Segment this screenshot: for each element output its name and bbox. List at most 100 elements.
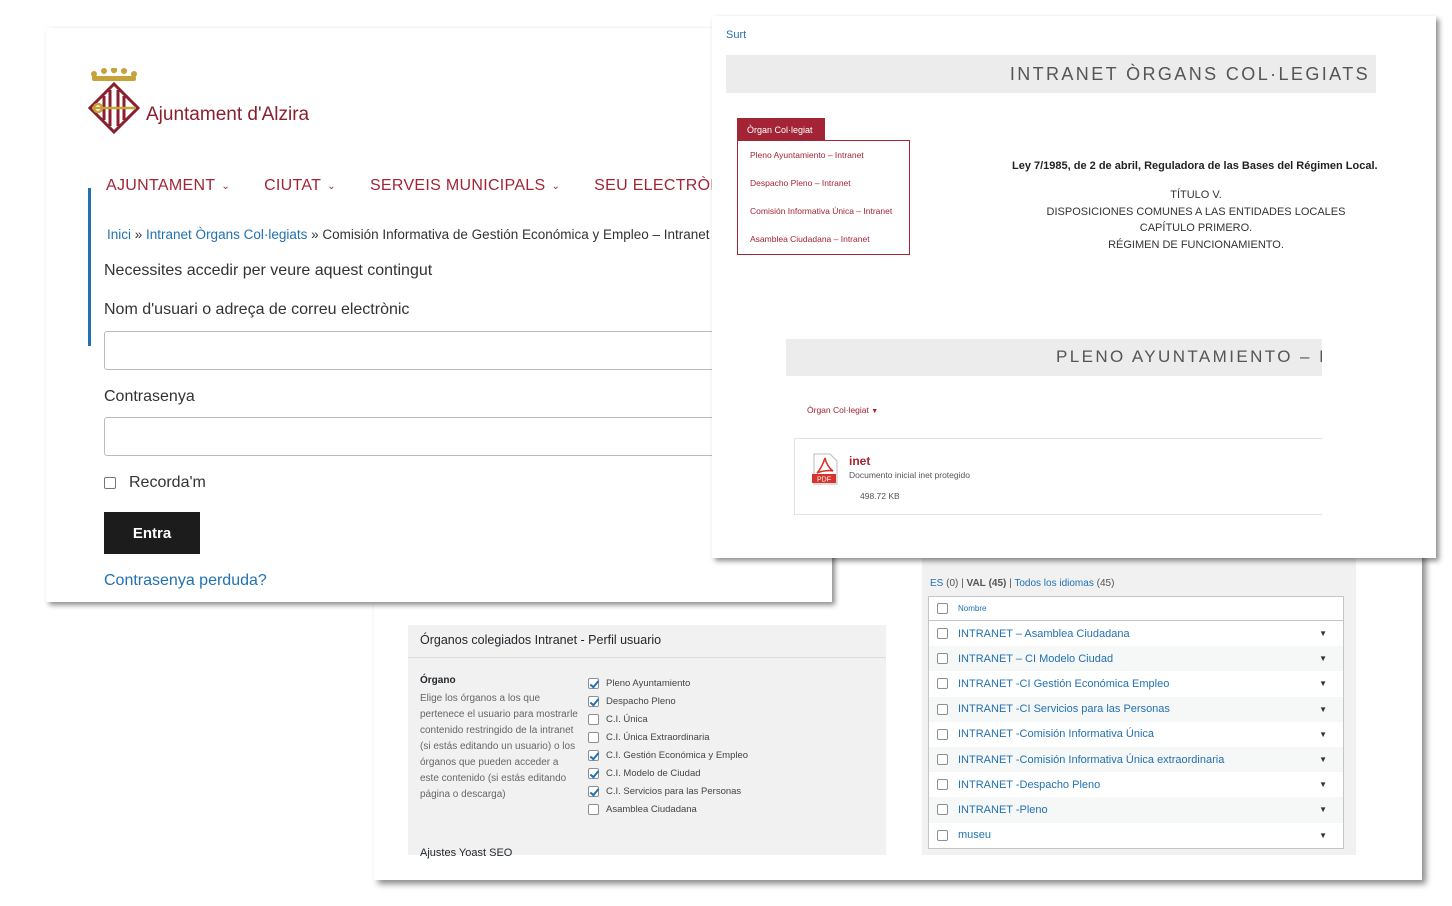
- row-name-link[interactable]: museu: [958, 829, 991, 841]
- row-name-link[interactable]: INTRANET – Asamblea Ciudadana: [958, 628, 1130, 640]
- row-checkbox[interactable]: [937, 804, 948, 816]
- row-expand-icon[interactable]: ▼: [1319, 831, 1327, 840]
- table-row: INTRANET -CI Gestión Económica Empleo ▼: [929, 671, 1343, 696]
- row-expand-icon[interactable]: ▼: [1319, 654, 1327, 663]
- row-checkbox[interactable]: [937, 728, 948, 740]
- row-checkbox[interactable]: [937, 678, 948, 690]
- organ-dropdown-menu: Pleno Ayuntamiento – Intranet Despacho P…: [737, 140, 910, 255]
- organ-checkbox[interactable]: [588, 713, 599, 725]
- organ-menu-tab[interactable]: Òrgan Col·legiat: [737, 118, 825, 141]
- nav-item-ciutat[interactable]: CIUTAT ⌄: [264, 177, 336, 195]
- site-logo[interactable]: Ajuntament d'Alzira: [86, 66, 326, 148]
- organ-checkbox[interactable]: [588, 695, 599, 707]
- table-row: INTRANET -Despacho Pleno ▼: [929, 772, 1343, 797]
- login-submit-button[interactable]: Entra: [104, 512, 200, 554]
- logo-text: Ajuntament d'Alzira: [146, 104, 310, 125]
- organ-option[interactable]: C.I. Gestión Económica y Empleo: [588, 746, 748, 764]
- row-checkbox[interactable]: [937, 754, 948, 766]
- organ-checkbox[interactable]: [588, 803, 599, 815]
- organ-checkbox[interactable]: [588, 785, 599, 797]
- organ-option[interactable]: Despacho Pleno: [588, 692, 748, 710]
- row-expand-icon[interactable]: ▼: [1319, 679, 1327, 688]
- intranet-header-bar: INTRANET ÒRGANS COL·LEGIATS: [726, 55, 1376, 93]
- row-name-link[interactable]: INTRANET -CI Gestión Económica Empleo: [958, 678, 1169, 690]
- organ-option[interactable]: C.I. Única: [588, 710, 748, 728]
- organ-option[interactable]: Asamblea Ciudadana: [588, 800, 748, 818]
- profile-organs-box: Órganos colegiados Intranet - Perfil usu…: [408, 625, 886, 859]
- row-expand-icon[interactable]: ▼: [1319, 755, 1327, 764]
- row-checkbox[interactable]: [937, 779, 948, 791]
- organ-dropdown-toggle[interactable]: Òrgan Col·legiat ▼: [807, 405, 878, 415]
- table-row: INTRANET -Pleno ▼: [929, 797, 1343, 823]
- row-name-link[interactable]: INTRANET -CI Servicios para las Personas: [958, 703, 1170, 715]
- row-checkbox[interactable]: [937, 653, 948, 665]
- remember-me[interactable]: Recorda'm: [104, 474, 206, 492]
- row-expand-icon[interactable]: ▼: [1319, 629, 1327, 638]
- document-title-link[interactable]: inet: [849, 454, 870, 468]
- pdf-file-icon[interactable]: PDF: [811, 453, 839, 485]
- row-expand-icon[interactable]: ▼: [1319, 805, 1327, 814]
- organ-field-label: Órgano: [420, 675, 456, 686]
- language-filters: ES (0) | VAL (45) | Todos los idiomas (4…: [930, 578, 1114, 589]
- row-expand-icon[interactable]: ▼: [1319, 705, 1327, 714]
- table-body: INTRANET – Asamblea Ciudadana ▼ INTRANET –…: [929, 621, 1343, 848]
- menu-item-pleno[interactable]: Pleno Ayuntamiento – Intranet: [750, 150, 864, 160]
- username-input[interactable]: [104, 331, 804, 370]
- row-name-link[interactable]: INTRANET – CI Modelo Ciudad: [958, 653, 1113, 665]
- row-name-link[interactable]: INTRANET -Pleno: [958, 804, 1048, 816]
- table-row: museu ▼: [929, 823, 1343, 848]
- document-card: PDF inet Documento inicial inet protegid…: [794, 438, 1322, 515]
- password-input[interactable]: [104, 417, 804, 456]
- filter-es-count: (0): [946, 578, 959, 589]
- organ-dropdown-label: Òrgan Col·legiat: [807, 405, 869, 415]
- logout-link[interactable]: Surt: [726, 29, 746, 41]
- remember-me-checkbox[interactable]: [104, 477, 116, 489]
- remember-me-label: Recorda'm: [129, 474, 206, 491]
- select-all-checkbox[interactable]: [937, 603, 948, 614]
- filter-all-link[interactable]: Todos los idiomas: [1014, 578, 1093, 589]
- nav-item-serveis-municipals[interactable]: SERVEIS MUNICIPALS ⌄: [370, 177, 560, 195]
- chevron-down-icon: ⌄: [221, 180, 231, 192]
- breadcrumb: Inici » Intranet Òrgans Col·legiats » Co…: [107, 227, 710, 242]
- lost-password-link[interactable]: Contrasenya perduda?: [104, 572, 267, 590]
- organ-checkbox-list: Pleno Ayuntamiento Despacho Pleno C.I. Úni…: [588, 674, 748, 818]
- row-expand-icon[interactable]: ▼: [1319, 780, 1327, 789]
- organ-checkbox[interactable]: [588, 767, 599, 779]
- column-header-name[interactable]: Nombre: [958, 604, 986, 613]
- menu-item-asamblea[interactable]: Asamblea Ciudadana – Intranet: [750, 234, 870, 244]
- menu-item-despacho-pleno[interactable]: Despacho Pleno – Intranet: [750, 178, 851, 188]
- password-label: Contrasenya: [104, 388, 195, 405]
- nav-item-label: SERVEIS MUNICIPALS: [369, 177, 546, 194]
- breadcrumb-home-link[interactable]: Inici: [107, 227, 131, 242]
- nav-item-label: AJUNTAMENT: [106, 177, 216, 194]
- row-expand-icon[interactable]: ▼: [1319, 730, 1327, 739]
- divider: [408, 657, 886, 658]
- organ-checkbox[interactable]: [588, 677, 599, 689]
- law-heading: TÍTULO V.: [1170, 189, 1222, 201]
- row-checkbox[interactable]: [937, 829, 948, 841]
- row-name-link[interactable]: INTRANET -Despacho Pleno: [958, 779, 1100, 791]
- intranet-page-panel: Surt INTRANET ÒRGANS COL·LEGIATS Òrgan C…: [712, 16, 1436, 558]
- row-checkbox[interactable]: [937, 703, 948, 715]
- organ-option[interactable]: Pleno Ayuntamiento: [588, 674, 748, 692]
- document-size: 498.72 KB: [860, 491, 900, 501]
- organ-option[interactable]: C.I. Única Extraordinaria: [588, 728, 748, 746]
- organ-option[interactable]: C.I. Modelo de Ciudad: [588, 764, 748, 782]
- row-name-link[interactable]: INTRANET -Comisión Informativa Única: [958, 728, 1154, 740]
- organ-checkbox[interactable]: [588, 749, 599, 761]
- row-name-link[interactable]: INTRANET -Comisión Informativa Única ext…: [958, 754, 1224, 766]
- organ-option-label: Despacho Pleno: [606, 695, 676, 707]
- intranet-header-title: INTRANET ÒRGANS COL·LEGIATS: [1009, 64, 1370, 84]
- filter-es-link[interactable]: ES: [930, 578, 943, 589]
- nav-item-ajuntament[interactable]: AJUNTAMENT ⌄: [106, 177, 230, 195]
- breadcrumb-section-link[interactable]: Intranet Òrgans Col·legiats: [146, 227, 307, 242]
- profile-box-title: Órganos colegiados Intranet - Perfil usu…: [420, 633, 662, 647]
- row-checkbox[interactable]: [937, 628, 948, 640]
- breadcrumb-current: Comisión Informativa de Gestión Económic…: [322, 227, 710, 242]
- organ-checkbox[interactable]: [588, 731, 599, 743]
- menu-item-comision-unica[interactable]: Comisión Informativa Única – Intranet: [750, 206, 892, 216]
- chevron-down-icon: ⌄: [551, 180, 561, 192]
- organ-option-label: C.I. Única: [606, 713, 648, 725]
- organ-option[interactable]: C.I. Servicios para las Personas: [588, 782, 748, 800]
- table-row: INTRANET -CI Servicios para las Personas…: [929, 696, 1343, 722]
